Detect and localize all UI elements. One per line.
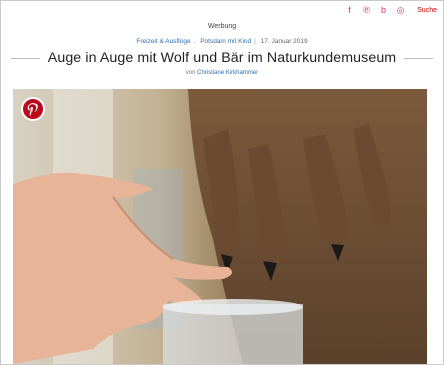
bloglovin-icon[interactable]: b <box>379 6 388 15</box>
title-divider-right <box>404 57 433 59</box>
post-date: 17. Januar 2019 <box>260 38 308 45</box>
page-title: Auge in Auge mit Wolf und Bär im Naturku… <box>47 50 397 66</box>
article-photo <box>13 89 427 364</box>
byline-prefix: von <box>185 70 196 76</box>
post-meta: Freizeit & Ausflüge, Potsdam mit Kind | 1… <box>136 38 308 45</box>
pinterest-icon[interactable]: ℗ <box>362 6 371 15</box>
top-bar: f ℗ b ◎ Suche <box>1 1 443 21</box>
title-divider-left <box>11 57 40 59</box>
ad-label: Werbung <box>207 23 237 30</box>
category-link[interactable]: Freizeit & Ausflüge <box>136 38 190 45</box>
facebook-icon[interactable]: f <box>345 6 354 15</box>
pinterest-save-icon[interactable] <box>21 97 45 121</box>
byline: von Christiane Kirkhammer <box>1 70 443 76</box>
author-link[interactable]: Christiane Kirkhammer <box>197 70 258 76</box>
bear-paw-photo <box>13 89 427 364</box>
social-icons: f ℗ b ◎ <box>345 6 405 15</box>
page: f ℗ b ◎ Suche Werbung Freizeit & Ausflüg… <box>0 0 444 365</box>
title-row: Auge in Auge mit Wolf und Bär im Naturku… <box>11 48 433 68</box>
instagram-icon[interactable]: ◎ <box>396 6 405 15</box>
category-link[interactable]: Potsdam mit Kind <box>200 38 251 45</box>
search-link[interactable]: Suche <box>417 7 437 14</box>
